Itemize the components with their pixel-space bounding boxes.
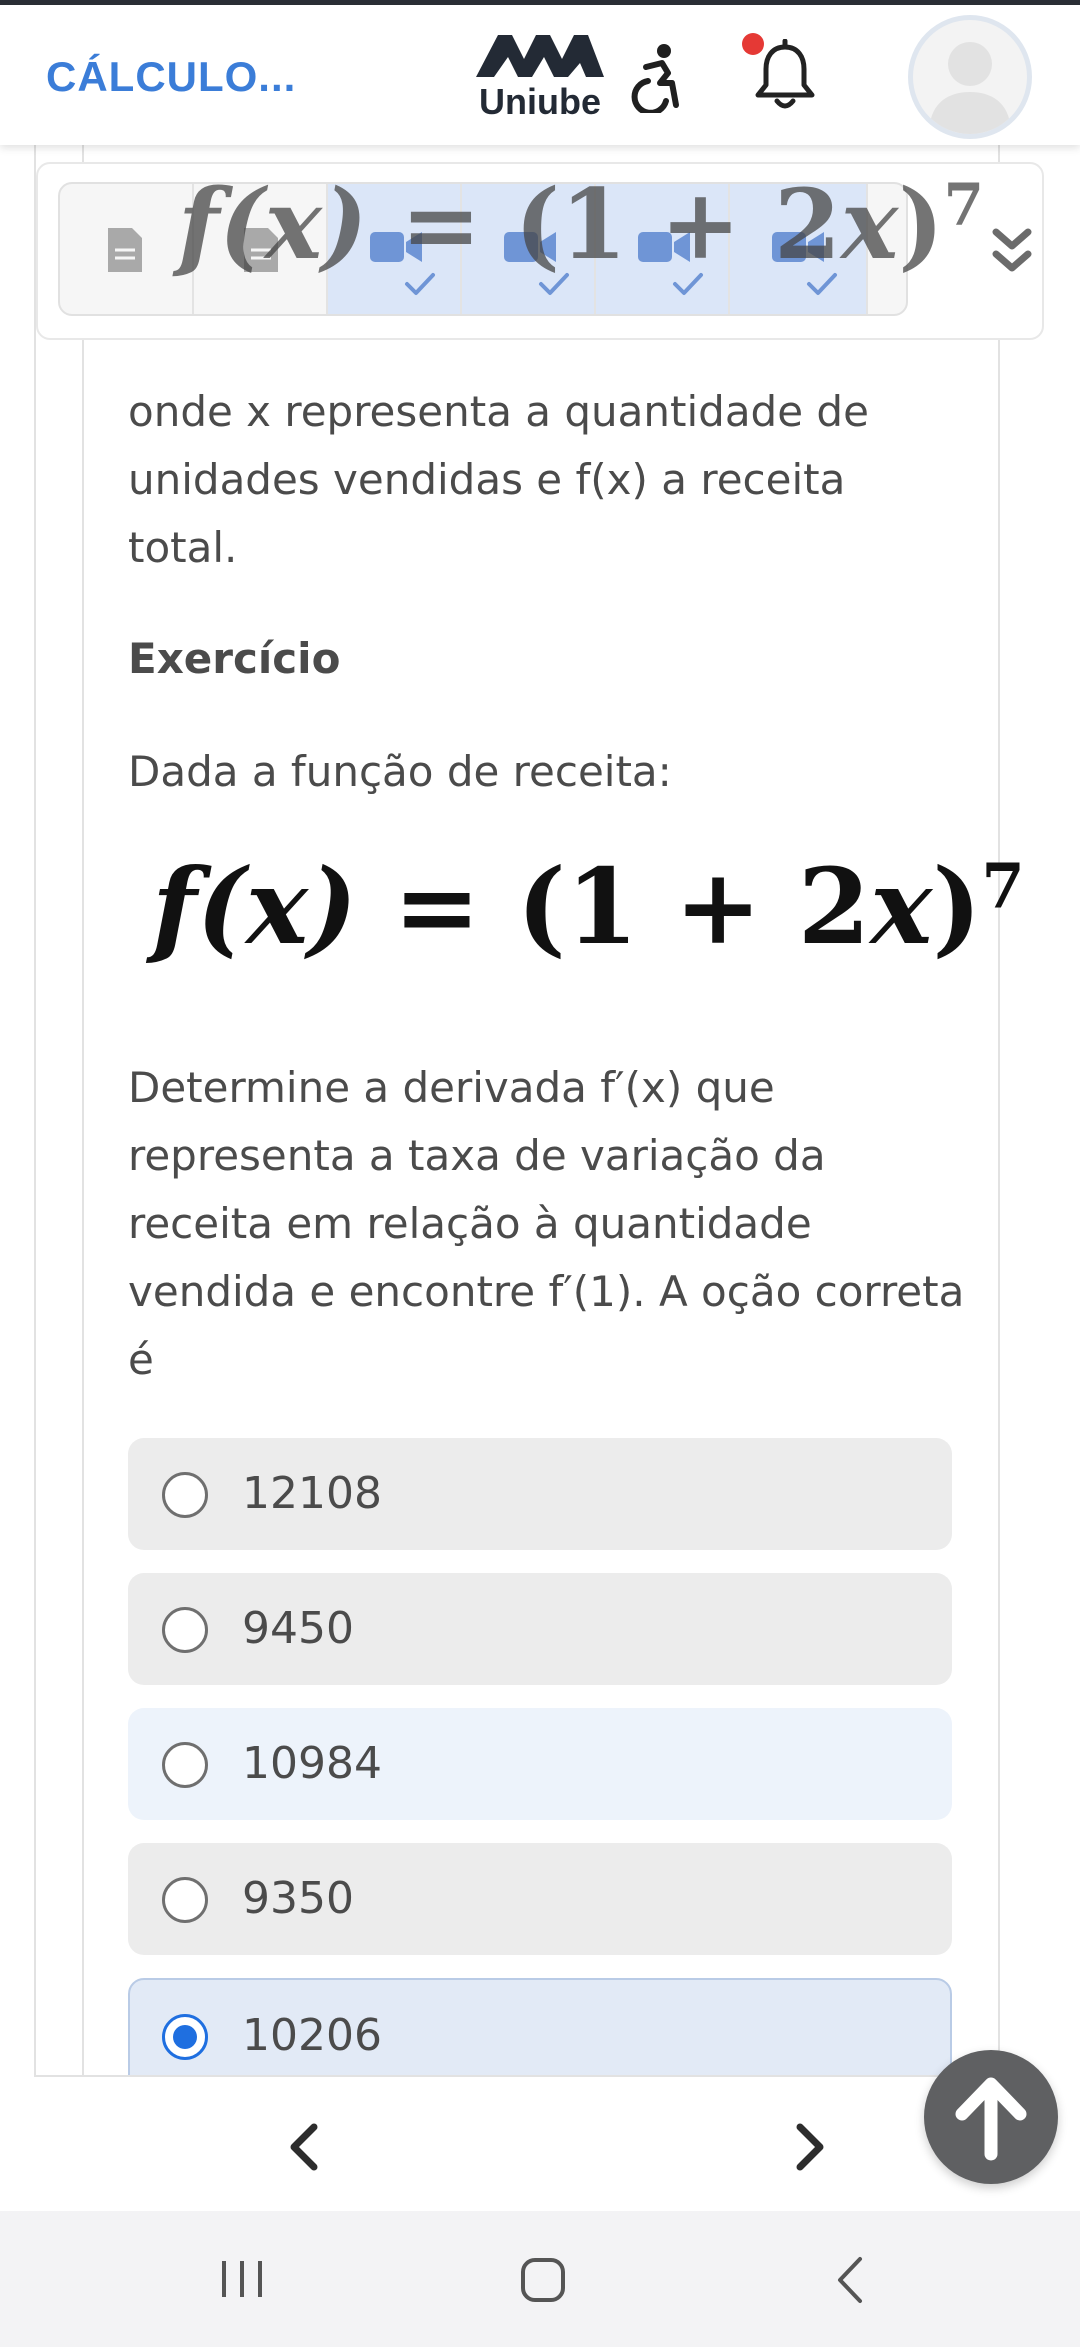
radio-button[interactable] bbox=[162, 1742, 208, 1788]
logo-text: Uniube bbox=[479, 81, 601, 122]
course-title[interactable]: CÁLCULO... bbox=[46, 53, 296, 101]
radio-button[interactable] bbox=[162, 1607, 208, 1653]
question-paragraph: Determine a derivada f′(x) que represent… bbox=[128, 1063, 965, 1384]
revenue-formula: f(x) = (1 + 2x)7 bbox=[152, 845, 1025, 968]
answer-option[interactable]: 9450 bbox=[128, 1573, 952, 1685]
chevron-left-icon[interactable] bbox=[284, 2119, 324, 2175]
given-paragraph: Dada a função de receita: bbox=[128, 747, 672, 796]
scroll-to-top-button[interactable] bbox=[924, 2050, 1058, 2184]
back-icon[interactable] bbox=[830, 2255, 870, 2305]
radio-button[interactable] bbox=[162, 1472, 208, 1518]
app-header: CÁLCULO... Uniube bbox=[0, 5, 1080, 145]
formula-equals: = bbox=[400, 168, 482, 281]
formula-rhs-open: (1 + 2 bbox=[514, 168, 841, 281]
formula-rhs-close: ) bbox=[898, 168, 944, 281]
system-navigation-bar bbox=[0, 2211, 1080, 2347]
accessibility-icon[interactable] bbox=[628, 43, 684, 113]
arrow-up-icon bbox=[955, 2077, 1027, 2161]
exercise-heading: Exercício bbox=[128, 634, 341, 683]
option-label: 10984 bbox=[242, 1738, 382, 1789]
home-icon[interactable] bbox=[518, 2255, 568, 2305]
double-chevron-down-icon[interactable] bbox=[990, 224, 1034, 280]
formula-exponent: 7 bbox=[943, 171, 984, 239]
option-label: 12108 bbox=[242, 1468, 382, 1519]
page-navigation bbox=[34, 2075, 1002, 2211]
answer-option[interactable]: 10984 bbox=[128, 1708, 952, 1820]
radio-button[interactable] bbox=[162, 1877, 208, 1923]
formula-var: x bbox=[870, 845, 933, 968]
toolbar-formula: f(x) = (1 + 2x)7 bbox=[178, 168, 984, 281]
document-icon bbox=[108, 228, 142, 272]
avatar[interactable] bbox=[908, 15, 1032, 139]
ava-logo-mark bbox=[476, 35, 604, 77]
formula-exponent: 7 bbox=[981, 849, 1025, 923]
formula-rhs-open: (1 + 2 bbox=[516, 845, 871, 968]
ava-uniube-logo[interactable]: Uniube bbox=[472, 29, 608, 129]
bell-icon[interactable] bbox=[752, 39, 818, 115]
chevron-right-icon[interactable] bbox=[790, 2119, 830, 2175]
formula-equals: = bbox=[393, 845, 481, 968]
radio-button-selected[interactable] bbox=[162, 2014, 208, 2060]
answer-option[interactable]: 12108 bbox=[128, 1438, 952, 1550]
answer-option[interactable]: 9350 bbox=[128, 1843, 952, 1955]
formula-var: x bbox=[840, 168, 899, 281]
formula-lhs: f(x) bbox=[152, 845, 358, 968]
option-label: 9350 bbox=[242, 1873, 354, 1924]
recents-icon[interactable] bbox=[218, 2255, 268, 2303]
formula-lhs: f(x) bbox=[178, 168, 368, 281]
toolbar-slot-document-1[interactable] bbox=[60, 184, 194, 314]
option-label: 9450 bbox=[242, 1603, 354, 1654]
avatar-icon bbox=[929, 42, 1011, 134]
intro-paragraph: onde x representa a quantidade de unidad… bbox=[128, 387, 869, 572]
formula-rhs-close: ) bbox=[932, 845, 982, 968]
media-toolbar-card: f(x) = (1 + 2x)7 bbox=[36, 162, 1044, 340]
option-label: 10206 bbox=[242, 2010, 382, 2061]
